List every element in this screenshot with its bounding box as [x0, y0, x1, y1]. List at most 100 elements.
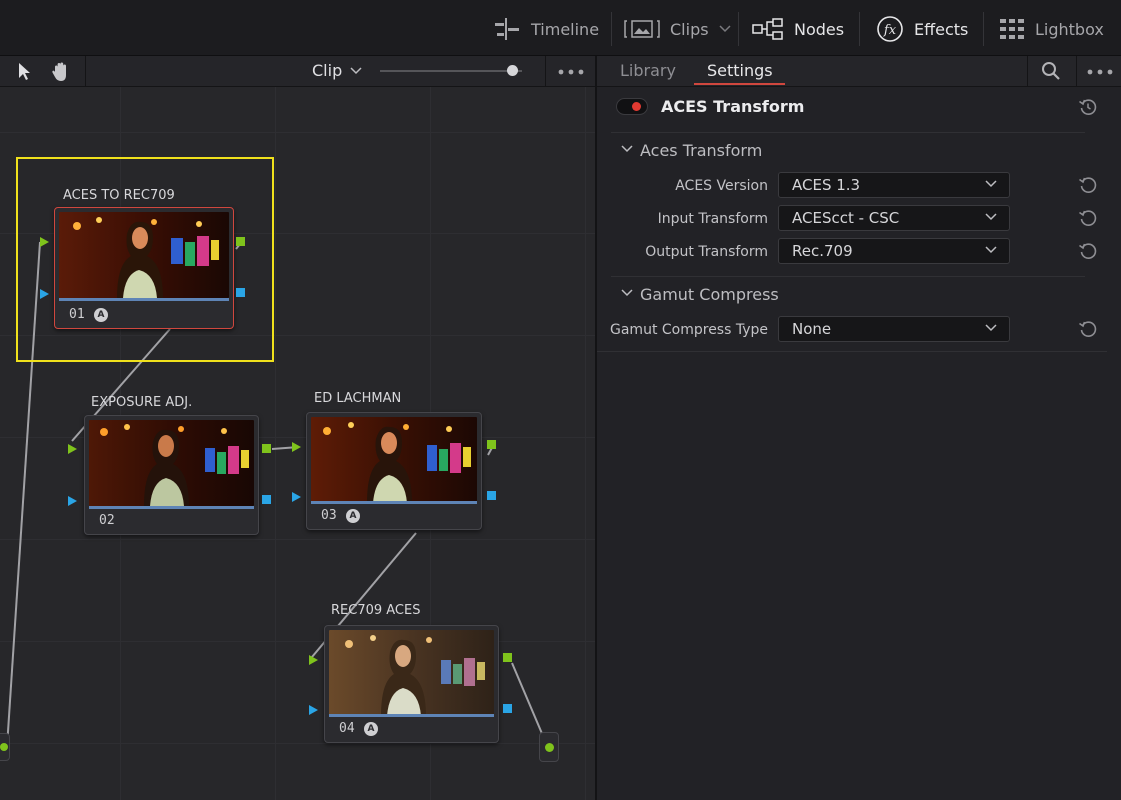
hand-icon[interactable] — [50, 61, 72, 83]
node-03[interactable]: 03 A — [306, 412, 482, 530]
node-number: 04 — [339, 721, 355, 736]
clips-button[interactable]: Clips — [624, 14, 731, 44]
node-number: 01 — [69, 307, 85, 322]
key-input-connector[interactable] — [309, 705, 318, 715]
node-04[interactable]: 04 A — [324, 625, 499, 743]
node-label: ED LACHMAN — [314, 391, 402, 406]
rgb-output-connector[interactable] — [487, 440, 496, 449]
active-tab-indicator — [694, 83, 785, 85]
nodes-button[interactable]: Nodes — [752, 14, 844, 44]
page-toolbar: Timeline Clips Nodes fx Effects Lightbox — [0, 0, 1121, 56]
search-icon[interactable] — [1041, 61, 1061, 81]
section-divider — [611, 276, 1085, 277]
zoom-slider[interactable] — [380, 65, 522, 76]
pointer-icon[interactable] — [17, 62, 33, 82]
reset-icon[interactable] — [1078, 319, 1098, 339]
effect-title: ACES Transform — [661, 97, 805, 116]
input-transform-value: ACEScct - CSC — [792, 209, 900, 227]
aces-version-select[interactable]: ACES 1.3 — [778, 172, 1010, 198]
nodes-icon — [752, 18, 783, 40]
node-01[interactable]: 01 A — [54, 207, 234, 329]
lightbox-grid-icon — [1000, 19, 1024, 39]
zoom-slider-handle[interactable] — [507, 65, 518, 76]
output-connector[interactable] — [539, 732, 559, 762]
aces-effect-icon: A — [364, 722, 378, 736]
gamut-compress-type-label: Gamut Compress Type — [610, 322, 768, 338]
more-options-icon[interactable] — [558, 69, 584, 75]
node-thumbnail — [59, 212, 229, 298]
rgb-input-connector[interactable] — [309, 655, 318, 665]
node-graph-canvas[interactable]: ACES TO REC709 01 A EXPOSURE ADJ. 02 ED … — [0, 87, 595, 800]
chevron-down-icon — [985, 180, 997, 188]
toolbar-divider — [1076, 56, 1077, 87]
rgb-input-connector[interactable] — [68, 444, 77, 454]
toolbar-divider — [859, 12, 860, 46]
toolbar-divider — [738, 12, 739, 46]
node-label: REC709 ACES — [331, 603, 421, 618]
toolbar-divider — [85, 56, 86, 87]
rgb-input-connector[interactable] — [40, 237, 49, 247]
node-mode-label: Clip — [312, 61, 343, 80]
input-transform-select[interactable]: ACEScct - CSC — [778, 205, 1010, 231]
toolbar-divider — [545, 56, 546, 87]
section-title-gamut-compress[interactable]: Gamut Compress — [640, 285, 779, 304]
toolbar-divider — [983, 12, 984, 46]
lightbox-button[interactable]: Lightbox — [999, 14, 1104, 44]
reset-icon[interactable] — [1078, 208, 1098, 228]
nodes-label: Nodes — [794, 19, 845, 39]
node-editor-toolbar: Clip — [0, 56, 595, 87]
node-02[interactable]: 02 — [84, 415, 259, 535]
node-label: EXPOSURE ADJ. — [91, 395, 193, 410]
rgb-output-connector[interactable] — [262, 444, 271, 453]
section-divider — [597, 351, 1107, 352]
effects-button[interactable]: fx Effects — [876, 14, 968, 44]
node-label: ACES TO REC709 — [63, 188, 175, 203]
timeline-icon — [495, 18, 519, 40]
node-progress-bar — [311, 501, 477, 504]
timeline-button[interactable]: Timeline — [493, 14, 599, 44]
tab-library[interactable]: Library — [620, 61, 676, 80]
clips-icon — [624, 20, 660, 38]
key-output-connector[interactable] — [262, 495, 271, 504]
tab-settings[interactable]: Settings — [707, 61, 773, 80]
gamut-compress-type-value: None — [792, 320, 832, 338]
aces-effect-icon: A — [94, 308, 108, 322]
key-input-connector[interactable] — [68, 496, 77, 506]
key-output-connector[interactable] — [503, 704, 512, 713]
key-input-connector[interactable] — [40, 289, 49, 299]
key-output-connector[interactable] — [236, 288, 245, 297]
chevron-down-icon[interactable] — [621, 289, 633, 297]
node-number: 03 — [321, 508, 337, 523]
node-progress-bar — [329, 714, 494, 717]
chevron-down-icon — [985, 246, 997, 254]
node-mode-dropdown[interactable]: Clip — [312, 61, 362, 80]
node-thumbnail — [89, 420, 254, 506]
aces-version-value: ACES 1.3 — [792, 176, 861, 194]
key-output-connector[interactable] — [487, 491, 496, 500]
toolbar-divider — [611, 12, 612, 46]
effects-label: Effects — [914, 19, 969, 39]
more-options-icon[interactable] — [1087, 69, 1113, 75]
output-transform-select[interactable]: Rec.709 — [778, 238, 1010, 264]
effects-fx-icon: fx — [877, 16, 903, 42]
rgb-output-connector[interactable] — [236, 237, 245, 246]
rgb-input-connector[interactable] — [292, 442, 301, 452]
effect-settings-panel: ACES Transform Aces Transform ACES Versi… — [597, 87, 1121, 800]
chevron-down-icon[interactable] — [621, 145, 633, 153]
aces-version-label: ACES Version — [675, 178, 768, 194]
output-transform-value: Rec.709 — [792, 242, 853, 260]
reset-icon[interactable] — [1078, 241, 1098, 261]
inspector-tabs: Library Settings — [597, 56, 1121, 87]
reset-icon[interactable] — [1078, 175, 1098, 195]
effect-reset-icon[interactable] — [1078, 97, 1098, 117]
node-thumbnail — [311, 417, 477, 503]
effect-enable-toggle[interactable] — [616, 98, 648, 115]
key-input-connector[interactable] — [292, 492, 301, 502]
section-title-aces-transform[interactable]: Aces Transform — [640, 141, 762, 160]
output-transform-label: Output Transform — [645, 244, 768, 260]
rgb-output-connector[interactable] — [503, 653, 512, 662]
node-progress-bar — [59, 298, 229, 301]
input-transform-label: Input Transform — [657, 211, 768, 227]
gamut-compress-type-select[interactable]: None — [778, 316, 1010, 342]
source-input-connector[interactable] — [0, 733, 10, 761]
